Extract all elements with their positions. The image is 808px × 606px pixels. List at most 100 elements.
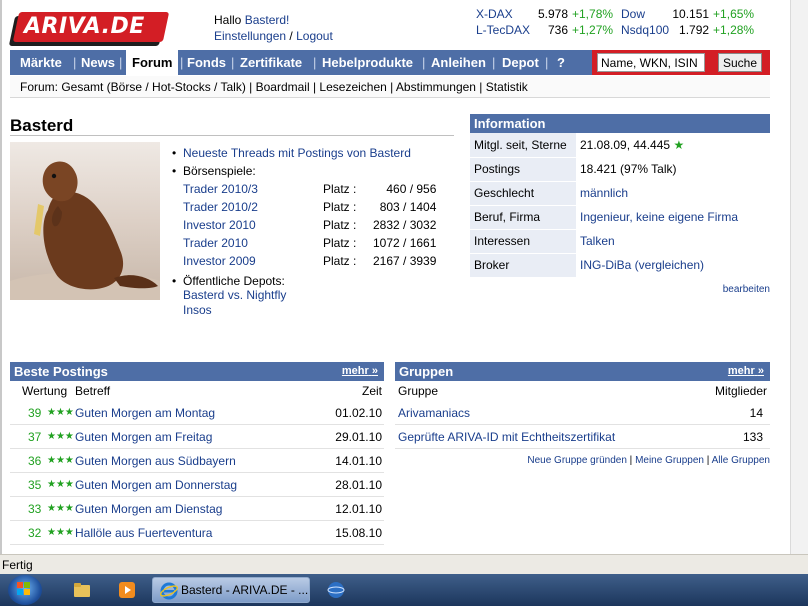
game-platz-label: Platz : — [323, 200, 357, 214]
table-row[interactable]: 37 ★★★ Guten Morgen am Freitag 29.01.10 — [10, 425, 384, 449]
game-rank: 803 / 1404 — [379, 200, 437, 214]
media-player-icon[interactable] — [117, 580, 137, 600]
rating-stars-icon: ★★★ — [47, 455, 74, 466]
depot-link[interactable]: Basterd vs. Nightfly — [183, 288, 286, 302]
nav-item-hebelprodukte[interactable]: Hebelprodukte — [322, 50, 413, 75]
greeting-hello: Hallo — [214, 13, 242, 27]
nav-item-news[interactable]: News — [81, 50, 115, 75]
ticker-name[interactable]: Nsdq100 — [621, 23, 669, 37]
bullet: • — [172, 164, 177, 178]
posting-time: 28.01.10 — [335, 478, 382, 492]
info-value: 18.421 (97% Talk) — [576, 157, 770, 182]
posting-link[interactable]: Hallöle aus Fuerteventura — [75, 521, 212, 545]
posting-time: 01.02.10 — [335, 406, 382, 420]
game-link[interactable]: Trader 2010 — [183, 236, 248, 250]
all-groups-link[interactable]: Alle Gruppen — [712, 455, 770, 466]
depots-label: Öffentliche Depots: — [183, 274, 285, 288]
table-row[interactable]: Arivamaniacs 14 — [395, 401, 770, 425]
info-key: Postings — [470, 157, 576, 182]
my-groups-link[interactable]: Meine Gruppen — [635, 455, 704, 466]
game-link[interactable]: Investor 2009 — [183, 254, 256, 268]
nav-item-fonds[interactable]: Fonds — [187, 50, 226, 75]
game-link[interactable]: Trader 2010/2 — [183, 200, 258, 214]
ticker-name[interactable]: X-DAX — [476, 7, 513, 21]
info-value-link[interactable]: männlich — [580, 186, 628, 200]
group-link[interactable]: Geprüfte ARIVA-ID mit Echtheitszertifika… — [398, 425, 615, 449]
depot-link[interactable]: Insos — [183, 303, 212, 317]
groups-header: Gruppen mehr » — [395, 362, 770, 381]
nav-item-anleihen[interactable]: Anleihen — [431, 50, 486, 75]
posting-link[interactable]: Guten Morgen am Donnerstag — [75, 473, 237, 497]
ticker-name[interactable]: Dow — [621, 7, 645, 21]
table-row[interactable]: 32 ★★★ Hallöle aus Fuerteventura 15.08.1… — [10, 521, 384, 545]
groups-title: Gruppen — [399, 364, 454, 379]
ticker-change: +1,78% — [572, 7, 614, 21]
new-group-link[interactable]: Neue Gruppe gründen — [527, 455, 627, 466]
vertical-scrollbar[interactable] — [790, 0, 808, 554]
settings-link[interactable]: Einstellungen — [214, 29, 286, 43]
rating-stars-icon: ★★★ — [47, 503, 74, 514]
globe-icon[interactable] — [326, 580, 346, 600]
table-row[interactable]: 33 ★★★ Guten Morgen am Dienstag 12.01.10 — [10, 497, 384, 521]
game-link[interactable]: Trader 2010/3 — [183, 182, 258, 196]
rating-value: 39 — [28, 406, 42, 420]
status-bar: Fertig — [0, 554, 808, 574]
posting-link[interactable]: Guten Morgen am Dienstag — [75, 497, 222, 521]
nav-item-forum[interactable]: Forum — [126, 50, 179, 75]
posting-link[interactable]: Guten Morgen am Montag — [75, 401, 215, 425]
edit-profile-link[interactable]: bearbeiten — [723, 284, 770, 295]
ticker-value: 5.978 — [537, 7, 568, 21]
group-link[interactable]: Arivamaniacs — [398, 401, 470, 425]
newest-threads-link[interactable]: Neueste Threads mit Postings von Basterd — [183, 144, 411, 162]
taskbar: Basterd - ARIVA.DE - ... — [0, 574, 808, 606]
page-left-border — [0, 0, 2, 554]
folder-icon[interactable] — [72, 580, 92, 600]
info-value-link[interactable]: Talken — [580, 234, 615, 248]
internet-explorer-icon — [160, 582, 178, 600]
game-platz-label: Platz : — [323, 218, 357, 232]
table-row[interactable]: 35 ★★★ Guten Morgen am Donnerstag 28.01.… — [10, 473, 384, 497]
greeting-separator: / — [289, 29, 293, 43]
game-rank: 2167 / 3939 — [373, 254, 437, 268]
best-postings-panel: Beste Postings mehr » Wertung Betreff Ze… — [10, 362, 384, 545]
search-input[interactable] — [597, 53, 705, 72]
posting-link[interactable]: Guten Morgen am Freitag — [75, 425, 212, 449]
game-link[interactable]: Investor 2010 — [183, 218, 256, 232]
more-label[interactable]: mehr — [342, 365, 369, 377]
groups-more-link[interactable]: mehr » — [728, 362, 764, 381]
games-label: Börsenspiele: — [183, 164, 256, 178]
info-value-link[interactable]: Ingenieur, keine eigene Firma — [580, 210, 738, 224]
table-row[interactable]: 39 ★★★ Guten Morgen am Montag 01.02.10 — [10, 401, 384, 425]
game-platz-label: Platz : — [323, 182, 357, 196]
game-platz-label: Platz : — [323, 236, 357, 250]
posting-link[interactable]: Guten Morgen aus Südbayern — [75, 449, 236, 473]
more-label[interactable]: mehr — [728, 365, 755, 377]
logo[interactable]: ARIVA.DE — [24, 12, 145, 42]
rating-value: 37 — [28, 430, 42, 444]
nav-item-depot[interactable]: Depot — [502, 50, 539, 75]
greeting-user-link[interactable]: Basterd! — [245, 13, 290, 27]
col-rating: Wertung — [22, 384, 68, 398]
best-postings-more-link[interactable]: mehr » — [342, 362, 378, 381]
best-postings-header: Beste Postings mehr » — [10, 362, 384, 381]
windows-logo-icon — [17, 582, 30, 595]
link-separator: | — [706, 455, 710, 466]
groups-columns: Gruppe Mitglieder — [395, 381, 770, 401]
nav-separator: | — [73, 55, 77, 70]
info-value-cell: 21.08.09, 44.445 ★ — [576, 133, 770, 158]
nav-item-maerkte[interactable]: Märkte — [20, 50, 62, 75]
bullet: • — [172, 146, 177, 160]
info-value-link[interactable]: ING-DiBa (vergleichen) — [580, 258, 704, 272]
game-rank: 2832 / 3032 — [373, 218, 437, 232]
table-row[interactable]: 36 ★★★ Guten Morgen aus Südbayern 14.01.… — [10, 449, 384, 473]
group-members: 133 — [742, 430, 763, 444]
forum-subnav[interactable]: Forum: Gesamt (Börse / Hot-Stocks / Talk… — [10, 76, 770, 98]
nav-item-zertifikate[interactable]: Zertifikate — [240, 50, 302, 75]
table-row[interactable]: Geprüfte ARIVA-ID mit Echtheitszertifika… — [395, 425, 770, 449]
ticker-name[interactable]: L-TecDAX — [476, 23, 530, 37]
ticker-change: +1,27% — [572, 23, 614, 37]
logout-link[interactable]: Logout — [296, 29, 333, 43]
search-button[interactable]: Suche — [718, 53, 762, 72]
nav-separator: | — [492, 55, 496, 70]
nav-item-help[interactable]: ? — [557, 50, 565, 75]
